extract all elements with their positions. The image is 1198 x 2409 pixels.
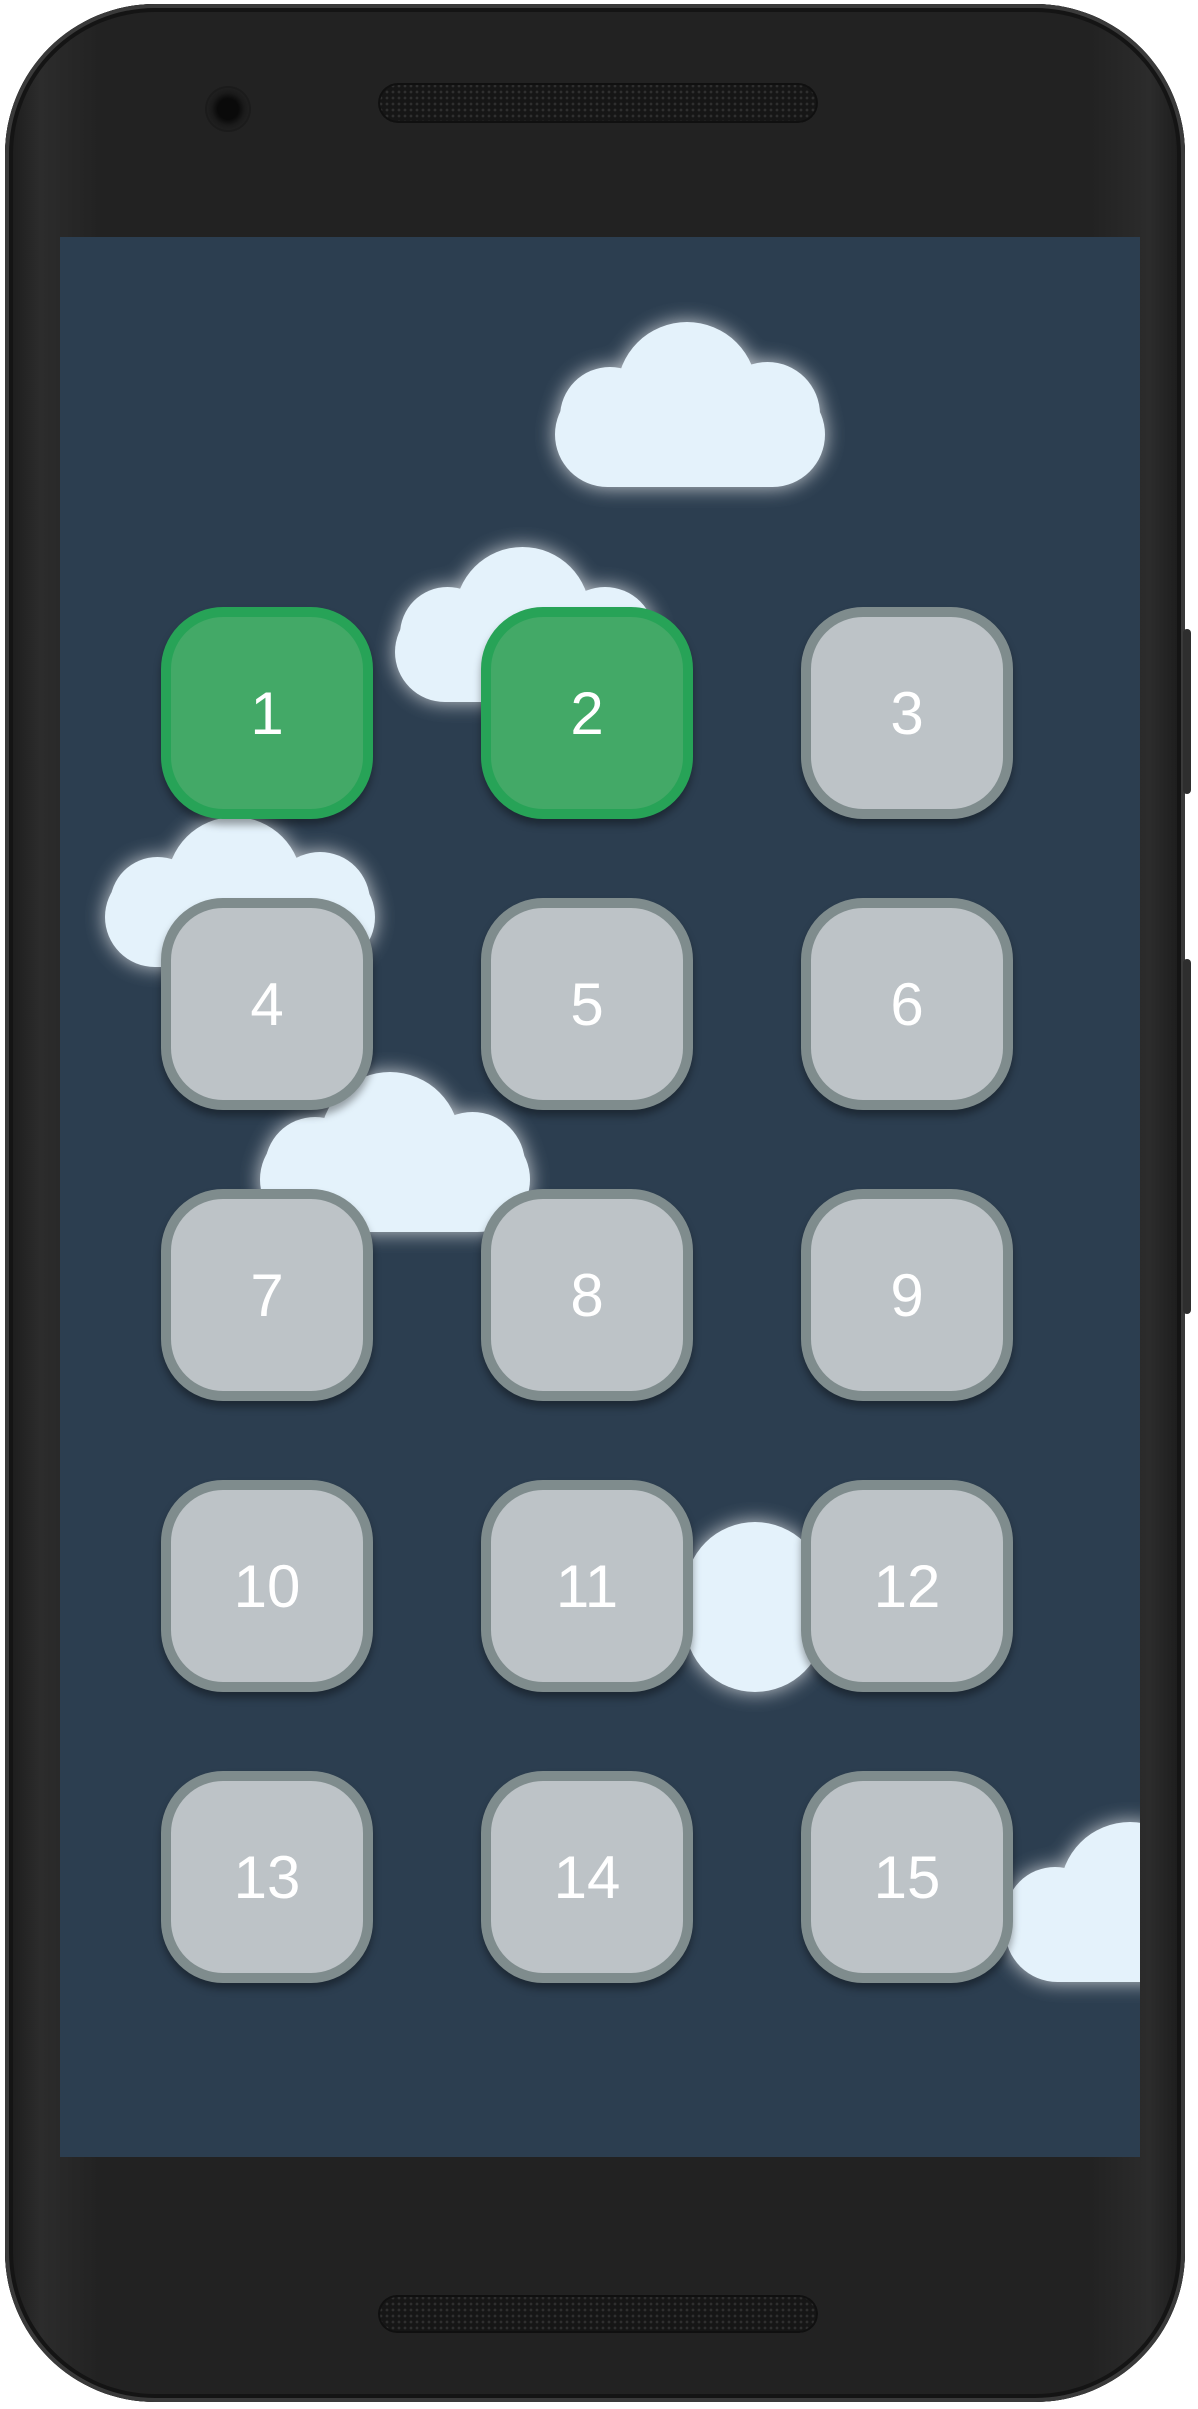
level-9-label: 9 (890, 1261, 924, 1329)
level-1-button[interactable]: 1 (161, 607, 373, 819)
cloud-decoration (555, 322, 825, 487)
level-15-label: 15 (873, 1843, 941, 1911)
level-1-label: 1 (250, 679, 284, 747)
level-10-label: 10 (233, 1552, 301, 1620)
level-4-label: 4 (250, 970, 284, 1038)
level-5-label: 5 (570, 970, 604, 1038)
level-14-button[interactable]: 14 (481, 1771, 693, 1983)
level-12-button[interactable]: 12 (801, 1480, 1013, 1692)
level-15-button[interactable]: 15 (801, 1771, 1013, 1983)
level-2-label: 2 (570, 679, 604, 747)
power-button (1183, 629, 1191, 794)
level-9-button[interactable]: 9 (801, 1189, 1013, 1401)
front-camera (207, 88, 249, 130)
level-5-button[interactable]: 5 (481, 898, 693, 1110)
bottom-speaker-grille (378, 2295, 818, 2333)
level-4-button[interactable]: 4 (161, 898, 373, 1110)
level-12-label: 12 (873, 1552, 941, 1620)
level-3-label: 3 (890, 679, 924, 747)
level-10-button[interactable]: 10 (161, 1480, 373, 1692)
phone-frame: 1 2 3 4 5 6 7 8 9 10 11 12 13 14 15 (5, 4, 1191, 2402)
volume-button (1183, 959, 1191, 1314)
level-7-label: 7 (250, 1261, 284, 1329)
level-11-label: 11 (555, 1552, 619, 1620)
cloud-decoration (1005, 1822, 1140, 1982)
level-14-label: 14 (553, 1843, 621, 1911)
level-6-label: 6 (890, 970, 924, 1038)
level-13-button[interactable]: 13 (161, 1771, 373, 1983)
level-8-button[interactable]: 8 (481, 1189, 693, 1401)
level-7-button[interactable]: 7 (161, 1189, 373, 1401)
game-screen: 1 2 3 4 5 6 7 8 9 10 11 12 13 14 15 (60, 237, 1140, 2157)
level-8-label: 8 (570, 1261, 604, 1329)
level-3-button[interactable]: 3 (801, 607, 1013, 819)
level-13-label: 13 (233, 1843, 301, 1911)
level-6-button[interactable]: 6 (801, 898, 1013, 1110)
level-11-button[interactable]: 11 (481, 1480, 693, 1692)
top-speaker-grille (378, 83, 818, 123)
level-2-button[interactable]: 2 (481, 607, 693, 819)
